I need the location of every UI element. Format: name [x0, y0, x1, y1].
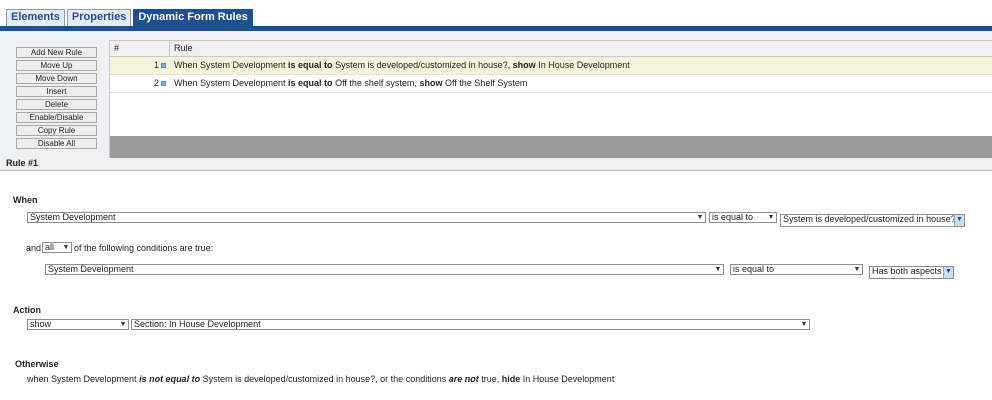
column-header-rule[interactable]: Rule [170, 41, 992, 56]
tab-elements[interactable]: Elements [6, 9, 65, 26]
insert-button[interactable]: Insert [16, 86, 97, 97]
rule-enabled-icon[interactable] [161, 63, 166, 69]
row-number: 1 [153, 60, 159, 70]
condition-value-select[interactable]: Has both aspects ▼ [869, 266, 954, 279]
conditions-quantifier-select[interactable]: all ▼ [42, 242, 72, 253]
rule-button-panel: Add New Rule Move Up Move Down Insert De… [16, 47, 106, 151]
move-up-button[interactable]: Move Up [16, 60, 97, 71]
chevron-down-icon: ▼ [714, 266, 722, 273]
action-verb-select[interactable]: show ▼ [27, 319, 129, 330]
section-divider [0, 170, 992, 171]
disable-all-button[interactable]: Disable All [16, 138, 97, 149]
rule-text: When System Development is equal to Syst… [174, 60, 630, 70]
condition-operator-select[interactable]: is equal to ▼ [730, 264, 863, 275]
tab-properties[interactable]: Properties [66, 9, 132, 26]
chevron-down-icon: ▼ [943, 267, 953, 278]
chevron-down-icon: ▼ [767, 214, 775, 221]
enable-disable-button[interactable]: Enable/Disable [16, 112, 97, 123]
conditions-prefix: and [26, 243, 42, 253]
chevron-down-icon: ▼ [696, 214, 704, 221]
add-new-rule-button[interactable]: Add New Rule [16, 47, 97, 58]
tab-strip: Elements Properties Dynamic Form Rules [6, 9, 255, 26]
when-field-select[interactable]: System Development ▼ [27, 212, 706, 223]
column-header-number[interactable]: # [110, 41, 170, 56]
grid-header: # Rule [110, 40, 992, 57]
conditions-suffix: of the following conditions are true: [74, 243, 214, 253]
row-number: 2 [153, 78, 159, 88]
chevron-down-icon: ▼ [119, 321, 127, 328]
rules-grid: # Rule 1 When System Development is equa… [109, 40, 992, 158]
move-down-button[interactable]: Move Down [16, 73, 97, 84]
action-heading: Action [13, 305, 41, 315]
grid-empty-area [110, 136, 992, 158]
delete-button[interactable]: Delete [16, 99, 97, 110]
when-operator-select[interactable]: is equal to ▼ [709, 212, 777, 223]
table-row[interactable]: 2 When System Development is equal to Of… [110, 75, 992, 93]
rule-number-label: Rule #1 [6, 158, 39, 168]
rule-text: When System Development is equal to Off … [174, 78, 528, 88]
otherwise-summary: when System Development is not equal to … [27, 374, 615, 384]
when-value-select[interactable]: System is developed/customized in house?… [780, 214, 965, 227]
chevron-down-icon: ▼ [853, 266, 861, 273]
action-target-select[interactable]: Section: In House Development ▼ [131, 319, 810, 330]
chevron-down-icon: ▼ [62, 244, 70, 251]
condition-field-select[interactable]: System Development ▼ [45, 264, 724, 275]
chevron-down-icon: ▼ [800, 321, 808, 328]
when-heading: When [13, 195, 38, 205]
chevron-down-icon: ▼ [954, 215, 964, 226]
rule-enabled-icon[interactable] [161, 81, 166, 87]
table-row[interactable]: 1 When System Development is equal to Sy… [110, 57, 992, 75]
tab-dynamic-form-rules[interactable]: Dynamic Form Rules [133, 9, 253, 26]
copy-rule-button[interactable]: Copy Rule [16, 125, 97, 136]
otherwise-heading: Otherwise [15, 359, 59, 369]
